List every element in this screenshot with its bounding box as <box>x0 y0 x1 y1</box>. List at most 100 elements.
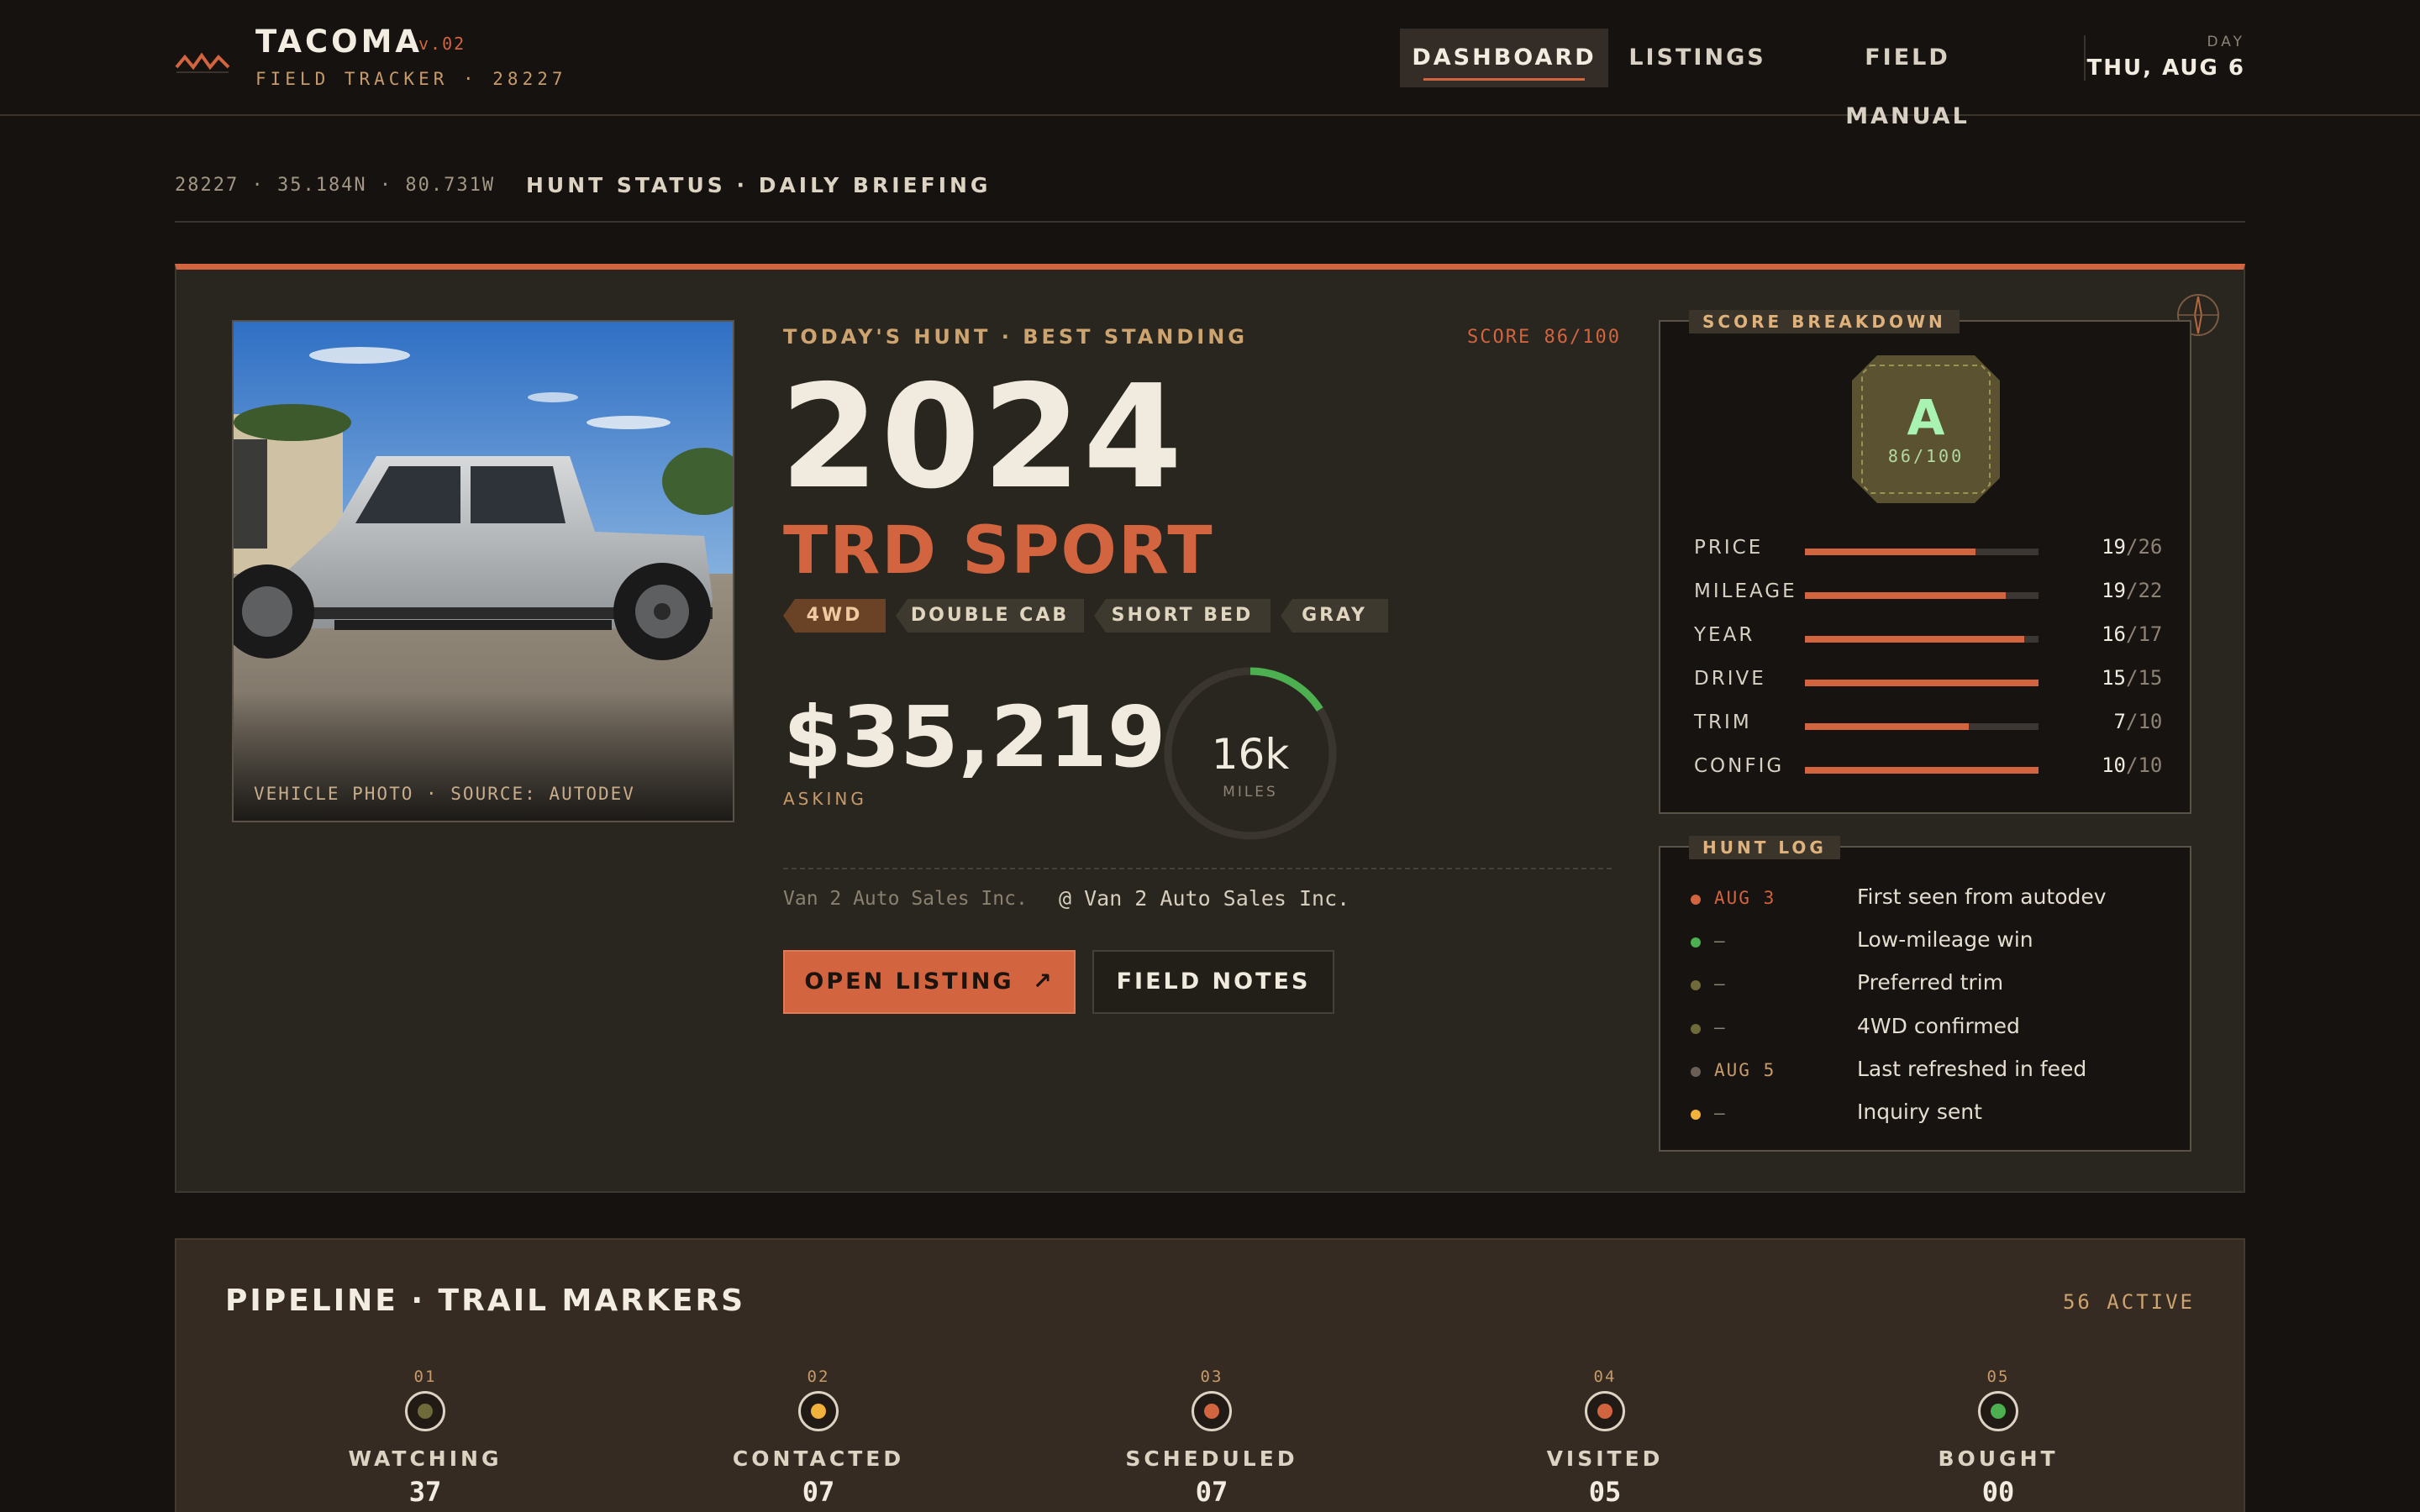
tag-cab: DOUBLE CAB <box>896 599 1084 633</box>
score-row-year: YEAR 16 /17 <box>1694 619 2162 653</box>
score-value: 19 <box>2102 535 2126 559</box>
stage-marker-icon <box>1585 1391 1625 1431</box>
vehicle-photo[interactable]: VEHICLE PHOTO · SOURCE: AUTODEV <box>232 320 734 822</box>
tab-listings[interactable]: LISTINGS <box>1622 29 1773 87</box>
stage-label: WATCHING <box>348 1446 502 1471</box>
stage-dot <box>1597 1404 1612 1419</box>
hunt-kicker: TODAY'S HUNT · BEST STANDING <box>783 325 1248 349</box>
pipeline-stage-visited[interactable]: 04 VISITED 05 <box>1479 1368 1731 1508</box>
tab-field-manual[interactable]: FIELD MANUAL <box>1798 29 2017 129</box>
best-listing-card: VEHICLE PHOTO · SOURCE: AUTODEV TODAY'S … <box>175 264 2245 1193</box>
stage-marker-icon <box>1192 1391 1232 1431</box>
top-bar: TACOMA v.02 FIELD TRACKER · 28227 DASHBO… <box>0 0 2420 129</box>
log-text: Low-mileage win <box>1857 927 2033 952</box>
external-link-icon: ↗ <box>1032 969 1055 995</box>
score-bar-fill <box>1805 680 2039 686</box>
score-value: 19 <box>2102 579 2126 602</box>
stage-count: 37 <box>408 1476 442 1508</box>
score-label: PRICE <box>1694 537 1764 559</box>
stage-count: 00 <box>1981 1476 2015 1508</box>
pipeline-panel: PIPELINE · TRAIL MARKERS 56 ACTIVE 01 WA… <box>175 1238 2245 1512</box>
stage-label: VISITED <box>1546 1446 1664 1471</box>
score-bar <box>1805 592 2039 599</box>
log-text: First seen from autodev <box>1857 885 2107 909</box>
score-row-config: CONFIG 10 /10 <box>1694 750 2162 784</box>
score-breakdown-title: SCORE BREAKDOWN <box>1689 310 1960 333</box>
score-label: TRIM <box>1694 711 1752 733</box>
day-value: THU, AUG 6 <box>2086 55 2245 81</box>
tag-color: GRAY <box>1281 599 1388 633</box>
score-breakdown-panel: SCORE BREAKDOWN A 86/100 PRICE 19 /26 MI… <box>1659 310 2191 814</box>
log-text: Inquiry sent <box>1857 1100 1982 1124</box>
score-bar-fill <box>1805 549 1975 555</box>
log-status-dot <box>1691 1024 1701 1034</box>
log-date: AUG 5 <box>1714 1060 1776 1080</box>
score-value: 7 <box>2113 710 2126 733</box>
log-text: Preferred trim <box>1857 970 2004 995</box>
log-date: — <box>1714 931 1727 951</box>
log-entry: — Preferred trim <box>1691 967 2170 1000</box>
stage-marker-icon <box>1978 1391 2018 1431</box>
briefing-title: HUNT STATUS · DAILY BRIEFING <box>526 173 992 197</box>
stage-label: SCHEDULED <box>1125 1446 1298 1471</box>
field-notes-button[interactable]: FIELD NOTES <box>1092 950 1334 1014</box>
score-label: CONFIG <box>1694 755 1785 777</box>
log-entry: — 4WD confirmed <box>1691 1011 2170 1044</box>
score-label: MILEAGE <box>1694 580 1797 602</box>
photo-caption: VEHICLE PHOTO · SOURCE: AUTODEV <box>254 784 635 804</box>
active-tab-indicator <box>1423 78 1585 81</box>
score-bar-fill <box>1805 636 2025 643</box>
stage-number: 04 <box>1593 1368 1617 1386</box>
score-row-mileage: MILEAGE 19 /22 <box>1694 575 2162 609</box>
pipeline-stage-scheduled[interactable]: 03 SCHEDULED 07 <box>1086 1368 1338 1508</box>
dealer-link[interactable]: @ Van 2 Auto Sales Inc. <box>1059 886 1349 911</box>
divider <box>175 221 2245 223</box>
pipeline-stage-bought[interactable]: 05 BOUGHT 00 <box>1872 1368 2124 1508</box>
tab-dashboard[interactable]: DASHBOARD <box>1400 29 1608 87</box>
log-status-dot <box>1691 937 1701 948</box>
score-row-drive: DRIVE 15 /15 <box>1694 663 2162 696</box>
pipeline-stage-watching[interactable]: 01 WATCHING 37 <box>299 1368 551 1508</box>
stage-number: 02 <box>807 1368 830 1386</box>
stage-number: 01 <box>413 1368 437 1386</box>
log-status-dot <box>1691 980 1701 990</box>
log-date: AUG 3 <box>1714 888 1776 908</box>
model-year: 2024 <box>780 354 1185 521</box>
score-max: /10 <box>2126 710 2163 733</box>
score-label: YEAR <box>1694 624 1755 646</box>
nav-divider <box>2084 35 2086 81</box>
grade-letter: A <box>1907 389 1945 446</box>
hunt-score: SCORE 86/100 <box>1467 327 1621 348</box>
score-bar <box>1805 549 2039 555</box>
tag-drive: 4WD <box>783 599 886 633</box>
score-value: 15 <box>2102 666 2126 690</box>
score-value: 10 <box>2102 753 2126 777</box>
score-bar-fill <box>1805 592 2007 599</box>
log-date: — <box>1714 1017 1727 1037</box>
log-entry: — Low-mileage win <box>1691 924 2170 958</box>
logo-mountain-icon <box>175 52 230 73</box>
stage-count: 05 <box>1588 1476 1622 1508</box>
log-date: — <box>1714 1103 1727 1123</box>
log-entry: AUG 5 Last refreshed in feed <box>1691 1053 2170 1087</box>
price-label: ASKING <box>783 789 867 809</box>
stage-dot <box>1991 1404 2006 1419</box>
mileage-value: 16k <box>1211 730 1290 779</box>
stage-dot <box>1204 1404 1219 1419</box>
dashed-divider <box>783 868 1612 869</box>
pipeline-stage-contacted[interactable]: 02 CONTACTED 07 <box>692 1368 944 1508</box>
open-listing-button[interactable]: OPEN LISTING ↗ <box>783 950 1076 1014</box>
score-bar <box>1805 636 2039 643</box>
app-version: v.02 <box>418 34 466 54</box>
score-bar-fill <box>1805 723 1969 730</box>
log-text: 4WD confirmed <box>1857 1014 2020 1038</box>
score-bar <box>1805 680 2039 686</box>
app-subtitle: FIELD TRACKER · 28227 <box>255 69 567 89</box>
score-label: DRIVE <box>1694 668 1766 690</box>
stage-count: 07 <box>1195 1476 1228 1508</box>
log-status-dot <box>1691 1110 1701 1120</box>
pipeline-active-count: 56 ACTIVE <box>2062 1290 2195 1314</box>
log-entry: AUG 3 First seen from autodev <box>1691 881 2170 915</box>
log-date: — <box>1714 974 1727 994</box>
grade-score: 86/100 <box>1887 446 1965 466</box>
